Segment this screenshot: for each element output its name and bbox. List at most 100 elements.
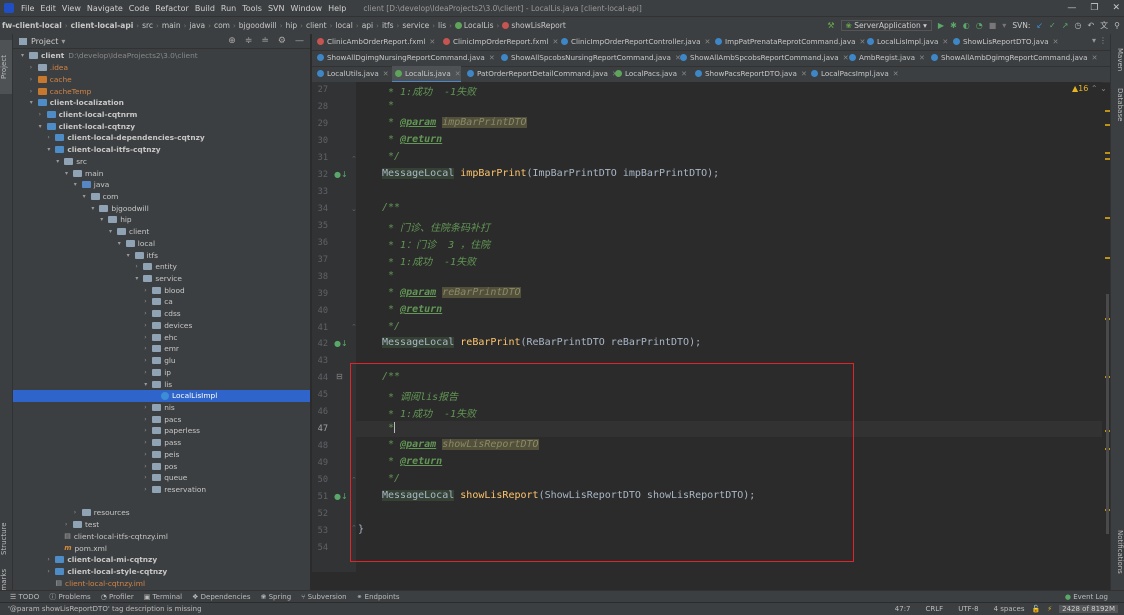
locate-icon[interactable]: ⊕ bbox=[228, 36, 236, 46]
menu-navigate[interactable]: Navigate bbox=[84, 4, 126, 13]
menu-window[interactable]: Window bbox=[288, 4, 326, 13]
fold-icon[interactable]: ⌃ bbox=[351, 323, 357, 331]
chevron-down-icon[interactable]: ▾ bbox=[21, 52, 29, 59]
chevron-right-icon[interactable]: › bbox=[30, 76, 38, 83]
close-icon[interactable]: ✕ bbox=[942, 38, 948, 46]
chevron-right-icon[interactable]: › bbox=[144, 287, 152, 294]
close-icon[interactable]: ✕ bbox=[681, 70, 687, 78]
caret-position[interactable]: 47:7 bbox=[895, 605, 911, 613]
chevron-down-icon[interactable]: ▾ bbox=[135, 275, 143, 282]
tree-node[interactable]: mpom.xml bbox=[13, 542, 107, 554]
warning-indicator[interactable]: ▲16 ⌃ ⌄ bbox=[1072, 84, 1107, 93]
more-run-icon[interactable]: ▾ bbox=[1002, 21, 1006, 30]
chevron-down-icon[interactable]: ▾ bbox=[39, 123, 47, 130]
search-icon[interactable]: ⚲ bbox=[1114, 21, 1120, 30]
tree-node[interactable]: ▾ client-local-cqtnzy bbox=[13, 120, 136, 132]
history-icon[interactable]: ◷ bbox=[1074, 21, 1081, 30]
crumb-method[interactable]: showLisReport bbox=[509, 21, 567, 30]
status-message[interactable]: '@param showLisReportDTO' tag descriptio… bbox=[8, 605, 202, 613]
crumb-module[interactable]: client-local-api bbox=[69, 21, 136, 30]
chevron-right-icon[interactable]: › bbox=[144, 463, 152, 470]
tool-terminal[interactable]: ▣ Terminal bbox=[144, 593, 182, 601]
hide-icon[interactable]: — bbox=[295, 36, 304, 46]
menu-tools[interactable]: Tools bbox=[239, 4, 265, 13]
collapse-all-icon[interactable]: ≐ bbox=[261, 36, 269, 46]
chevron-right-icon[interactable]: › bbox=[47, 134, 55, 141]
chevron-down-icon[interactable]: ▾ bbox=[91, 205, 99, 212]
tree-node[interactable]: › cdss bbox=[13, 308, 180, 320]
tool-structure[interactable]: Structure bbox=[0, 514, 12, 564]
tab-local-utils[interactable]: LocalUtils.java ✕ bbox=[314, 66, 389, 81]
crumb-main[interactable]: main bbox=[160, 21, 183, 30]
tree-node[interactable]: › client-local-mi-cqtnzy bbox=[13, 554, 157, 566]
file-encoding[interactable]: UTF-8 bbox=[958, 605, 978, 613]
tab-local-lis[interactable]: LocalLis.java ✕ bbox=[392, 66, 461, 83]
chevron-right-icon[interactable]: › bbox=[144, 298, 152, 305]
tabs-more-icon[interactable]: ⋮ bbox=[1099, 36, 1107, 45]
tree-node[interactable]: ▾ lis bbox=[13, 378, 172, 390]
tree-node[interactable]: › queue bbox=[13, 472, 187, 484]
project-view-dropdown-icon[interactable]: ▾ bbox=[61, 37, 65, 46]
chevron-right-icon[interactable]: › bbox=[30, 64, 38, 71]
tool-todo[interactable]: ☰ TODO bbox=[10, 593, 39, 601]
close-icon[interactable]: ✕ bbox=[383, 70, 389, 78]
tool-profiler[interactable]: ◔ Profiler bbox=[101, 593, 134, 601]
debug-icon[interactable]: ✱ bbox=[950, 21, 957, 30]
tree-node[interactable]: › cache bbox=[13, 73, 72, 85]
tool-maven[interactable]: Maven bbox=[1112, 48, 1124, 78]
tab-show-pacs-report-dto[interactable]: ShowPacsReportDTO.java ✕ bbox=[692, 66, 807, 81]
run-icon[interactable]: ▶ bbox=[938, 21, 944, 30]
tree-node[interactable]: ▾ bjgoodwill bbox=[13, 202, 148, 214]
crumb-api[interactable]: api bbox=[360, 21, 375, 30]
tree-node[interactable]: › pass bbox=[13, 437, 181, 449]
tree-node[interactable]: ▾ client-localization bbox=[13, 97, 124, 109]
menu-svn[interactable]: SVN bbox=[265, 4, 288, 13]
chevron-right-icon[interactable]: › bbox=[30, 88, 38, 95]
tree-node[interactable]: ▤ client-local-itfs-cqtnzy.iml bbox=[13, 531, 168, 543]
fold-icon[interactable]: ⌃ bbox=[351, 155, 357, 163]
menu-refactor[interactable]: Refactor bbox=[152, 4, 192, 13]
chevron-right-icon[interactable]: › bbox=[144, 369, 152, 376]
tree-node[interactable]: › devices bbox=[13, 320, 192, 332]
tab-local-pacs[interactable]: LocalPacs.java ✕ bbox=[612, 66, 687, 81]
doc-toggle-icon[interactable]: ⊟ bbox=[336, 372, 343, 381]
tool-endpoints[interactable]: ⚭ Endpoints bbox=[357, 593, 400, 601]
chevron-down-icon[interactable]: ▾ bbox=[100, 216, 108, 223]
tree-node[interactable]: ▾ client bbox=[13, 226, 149, 238]
tool-notifications[interactable]: Notifications bbox=[1112, 530, 1124, 586]
tree-node[interactable]: ▾ local bbox=[13, 238, 155, 250]
menu-code[interactable]: Code bbox=[126, 4, 152, 13]
tree-node[interactable]: › glu bbox=[13, 355, 175, 367]
coverage-icon[interactable]: ◐ bbox=[963, 21, 970, 30]
menu-file[interactable]: File bbox=[18, 4, 37, 13]
gear-icon[interactable]: ⚙ bbox=[278, 36, 286, 46]
tree-node[interactable]: › cacheTemp bbox=[13, 85, 92, 97]
svn-push-icon[interactable]: ↗ bbox=[1062, 21, 1069, 30]
svn-update-icon[interactable]: ↙ bbox=[1036, 21, 1043, 30]
tree-node[interactable]: ▾ com bbox=[13, 191, 119, 203]
chevron-right-icon[interactable]: › bbox=[144, 322, 152, 329]
tab-imp-pat-prenata[interactable]: ImpPatPrenataReprotCommand.java ✕ bbox=[712, 34, 865, 49]
close-icon[interactable]: ✕ bbox=[1092, 54, 1098, 62]
chevron-right-icon[interactable]: › bbox=[47, 556, 55, 563]
tree-node[interactable]: › blood bbox=[13, 284, 184, 296]
tree-node[interactable]: › client-local-cqtnrm bbox=[13, 109, 138, 121]
crumb-com[interactable]: com bbox=[212, 21, 232, 30]
line-separator[interactable]: CRLF bbox=[926, 605, 944, 613]
tool-dependencies[interactable]: ❖ Dependencies bbox=[192, 593, 250, 601]
implemented-marker-icon[interactable]: ●↓ bbox=[334, 339, 348, 348]
power-save-icon[interactable]: ⚡ bbox=[1047, 605, 1052, 613]
tab-show-all-amb-spcobs[interactable]: ShowAllAmbSpcobsReportCommand.java ✕ bbox=[677, 50, 849, 65]
tree-node[interactable]: ▾ src bbox=[13, 155, 87, 167]
expand-all-icon[interactable]: ≑ bbox=[245, 36, 253, 46]
tree-node[interactable]: ▾ client D:\develop\IdeaProjects2\3.0\clie… bbox=[13, 50, 198, 62]
menu-run[interactable]: Run bbox=[218, 4, 239, 13]
crumb-bjgoodwill[interactable]: bjgoodwill bbox=[237, 21, 279, 30]
chevron-down-icon[interactable]: ▾ bbox=[56, 158, 64, 165]
implemented-marker-icon[interactable]: ●↓ bbox=[334, 492, 348, 501]
hammer-icon[interactable]: ⚒ bbox=[827, 21, 834, 30]
tool-database[interactable]: Database bbox=[1112, 88, 1124, 128]
tool-problems[interactable]: ⓘ Problems bbox=[49, 592, 91, 602]
chevron-down-icon[interactable]: ▾ bbox=[109, 228, 117, 235]
chevron-right-icon[interactable]: › bbox=[65, 521, 73, 528]
